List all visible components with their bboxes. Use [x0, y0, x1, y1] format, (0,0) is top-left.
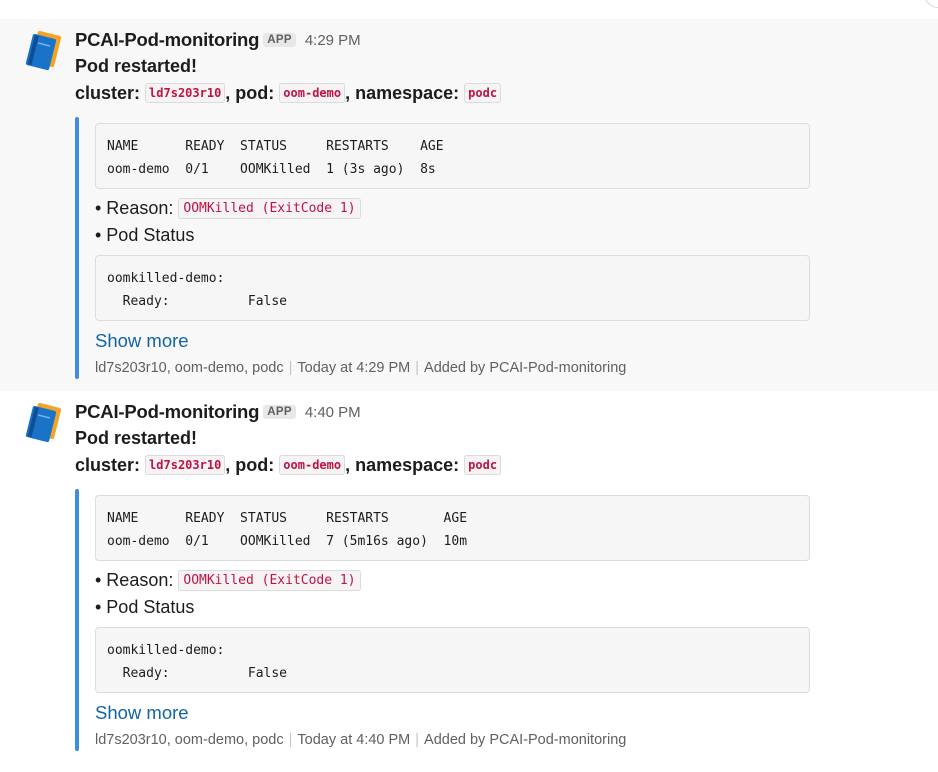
message-timestamp[interactable]: 4:40 PM	[305, 404, 361, 421]
status-line-1: oomkilled-demo:	[107, 271, 225, 286]
pod-status-block: oomkilled-demo: Ready: False	[95, 255, 810, 321]
attachment-bar	[75, 489, 79, 751]
footer-context: ld7s203r10, oom-demo, podc	[95, 360, 284, 376]
reason-value: OOMKilled (ExitCode 1)	[178, 570, 361, 591]
pod-table-header: NAME READY STATUS RESTARTS AGE	[107, 511, 468, 526]
footer-added-by: Added by PCAI-Pod-monitoring	[424, 360, 627, 376]
sender-name[interactable]: PCAI-Pod-monitoring	[75, 29, 259, 51]
message-header: PCAI-Pod-monitoring APP 4:29 PM	[75, 28, 361, 52]
footer-time[interactable]: Today at 4:40 PM	[297, 732, 410, 748]
pod-tag: oom-demo	[279, 83, 346, 103]
pod-meta-line: cluster: ld7s203r10, pod: oom-demo, name…	[75, 83, 502, 104]
status-line-2: Ready: False	[107, 665, 288, 681]
app-badge: APP	[263, 33, 296, 47]
footer-separator: |	[415, 360, 420, 376]
message-item[interactable]: PCAI-Pod-monitoring APP 4:29 PM Pod rest…	[0, 19, 938, 391]
message-timestamp[interactable]: 4:29 PM	[305, 32, 361, 49]
cluster-label: cluster:	[75, 83, 141, 103]
attachment-footer: ld7s203r10, oom-demo, podc | Today at 4:40…	[95, 732, 626, 748]
pod-table-row: oom-demo 0/1 OOMKilled 1 (3s ago) 8s	[107, 161, 436, 177]
namespace-label: , namespace:	[345, 83, 460, 103]
show-more-link[interactable]: Show more	[95, 702, 189, 724]
namespace-tag: podc	[464, 455, 502, 475]
message-headline: Pod restarted!	[75, 428, 198, 448]
pod-status-block: oomkilled-demo: Ready: False	[95, 627, 810, 693]
app-badge: APP	[263, 405, 296, 419]
reason-value: OOMKilled (ExitCode 1)	[178, 198, 361, 219]
book-avatar-icon[interactable]	[22, 401, 66, 445]
reason-item: • Reason: OOMKilled (ExitCode 1)	[95, 198, 361, 219]
attachment-footer: ld7s203r10, oom-demo, podc | Today at 4:29…	[95, 360, 626, 376]
attachment-bar	[75, 117, 79, 379]
attachment: NAME READY STATUS RESTARTS AGE oom-demo 0…	[75, 117, 815, 379]
pod-status-label: • Pod Status	[95, 225, 195, 245]
pod-label: , pod:	[225, 83, 275, 103]
reason-label: • Reason:	[95, 570, 174, 590]
pod-table-block: NAME READY STATUS RESTARTS AGE oom-demo 0…	[95, 123, 810, 189]
footer-time[interactable]: Today at 4:29 PM	[297, 360, 410, 376]
pod-label: , pod:	[225, 455, 275, 475]
status-line-2: Ready: False	[107, 293, 288, 309]
status-line-1: oomkilled-demo:	[107, 643, 225, 658]
cluster-tag: ld7s203r10	[145, 83, 226, 103]
scroll-corner	[924, 0, 938, 8]
book-avatar-icon[interactable]	[22, 29, 66, 73]
pod-meta-line: cluster: ld7s203r10, pod: oom-demo, name…	[75, 455, 502, 476]
reason-label: • Reason:	[95, 198, 174, 218]
message-header: PCAI-Pod-monitoring APP 4:40 PM	[75, 400, 361, 424]
pod-status-label: • Pod Status	[95, 597, 195, 617]
message-headline: Pod restarted!	[75, 56, 198, 76]
footer-separator: |	[288, 732, 293, 748]
footer-separator: |	[288, 360, 293, 376]
attachment: NAME READY STATUS RESTARTS AGE oom-demo 0…	[75, 489, 815, 751]
footer-separator: |	[415, 732, 420, 748]
pod-table-block: NAME READY STATUS RESTARTS AGE oom-demo 0…	[95, 495, 810, 561]
cluster-tag: ld7s203r10	[145, 455, 226, 475]
show-more-link[interactable]: Show more	[95, 330, 189, 352]
sender-name[interactable]: PCAI-Pod-monitoring	[75, 401, 259, 423]
pod-table-header: NAME READY STATUS RESTARTS AGE	[107, 139, 444, 154]
namespace-label: , namespace:	[345, 455, 460, 475]
namespace-tag: podc	[464, 83, 502, 103]
reason-item: • Reason: OOMKilled (ExitCode 1)	[95, 570, 361, 591]
pod-tag: oom-demo	[279, 455, 346, 475]
footer-context: ld7s203r10, oom-demo, podc	[95, 732, 284, 748]
pod-table-row: oom-demo 0/1 OOMKilled 7 (5m16s ago) 10m	[107, 533, 468, 549]
footer-added-by: Added by PCAI-Pod-monitoring	[424, 732, 627, 748]
message-item[interactable]: PCAI-Pod-monitoring APP 4:40 PM Pod rest…	[0, 391, 938, 772]
cluster-label: cluster:	[75, 455, 141, 475]
